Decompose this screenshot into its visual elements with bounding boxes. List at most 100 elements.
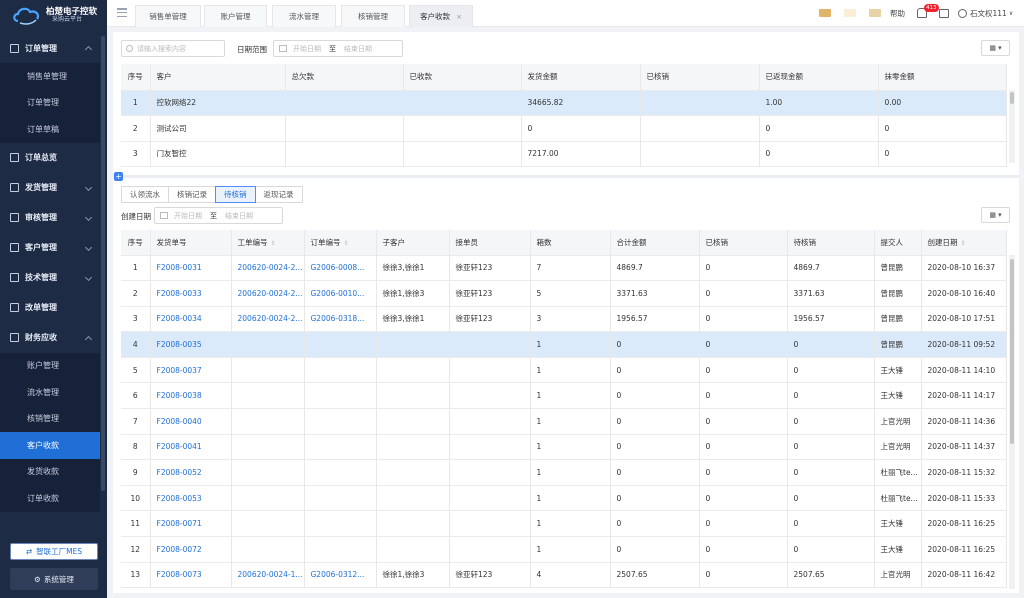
sidebar-subitem[interactable]: 订单收款 xyxy=(0,485,100,512)
table-row[interactable]: 11 F2008-0071 1 0 0 0 王大锤 2020-08-11 16:25 xyxy=(121,510,1007,538)
column-header[interactable]: 总欠款 xyxy=(285,64,404,91)
mes-button[interactable]: ⇄ 智联工厂MES xyxy=(10,543,98,560)
tab-writeoff[interactable]: 核销管理 xyxy=(341,5,405,27)
user-menu[interactable]: 石文权111 ∨ xyxy=(958,6,1013,20)
column-header[interactable]: 发货金额 xyxy=(521,64,641,91)
table-row[interactable]: 1 F2008-0031 200620-0024-2... G2006-0008...… xyxy=(121,255,1007,282)
table-row[interactable]: 9 F2008-0052 1 0 0 0 杜丽飞te... 2020-08-11 15:32 xyxy=(121,459,1007,486)
system-button[interactable]: ⚙ 系统管理 xyxy=(10,568,98,590)
sidebar-subitem[interactable]: 订单管理 xyxy=(0,89,100,116)
table-link-cell[interactable] xyxy=(231,382,305,410)
column-header[interactable]: 工单编号 ⇕ xyxy=(231,230,305,256)
column-header[interactable]: 抹零金额 xyxy=(878,64,1007,91)
column-header[interactable]: 已核销 xyxy=(699,230,788,256)
swatch-icon[interactable] xyxy=(844,9,856,17)
column-settings-button[interactable]: ▦ ▾ xyxy=(981,207,1010,223)
table-link-cell[interactable]: F2008-0040 xyxy=(150,408,232,435)
column-header[interactable]: 箱数 xyxy=(530,230,611,256)
table-link-cell[interactable]: G2006-0008... xyxy=(304,255,377,282)
table-row[interactable]: 3 门友智控 7217.00 0 0 xyxy=(121,141,1007,167)
column-header[interactable]: 提交人 xyxy=(874,230,922,256)
tab-sales[interactable]: 销售单管理 xyxy=(135,5,201,27)
table-link-cell[interactable] xyxy=(304,382,377,410)
table-row[interactable]: 5 F2008-0037 1 0 0 0 王大锤 2020-08-11 14:10 xyxy=(121,357,1007,384)
table-link-cell[interactable] xyxy=(304,510,377,538)
table-link-cell[interactable] xyxy=(304,536,377,563)
table-link-cell[interactable]: 200620-0024-1... xyxy=(231,562,305,589)
sidebar-item-section[interactable]: 订单管理 xyxy=(0,33,100,63)
swatch-icon[interactable] xyxy=(819,9,831,17)
column-header[interactable]: 合计金额 xyxy=(610,230,700,256)
table-link-cell[interactable] xyxy=(231,408,305,435)
sidebar-subitem[interactable]: 订单草稿 xyxy=(0,116,100,143)
table-link-cell[interactable]: F2008-0071 xyxy=(150,510,232,538)
column-header[interactable]: 已返现金额 xyxy=(759,64,879,91)
column-header[interactable]: 子客户 xyxy=(376,230,450,256)
column-header[interactable]: 已收款 xyxy=(403,64,522,91)
table-link-cell[interactable]: G2006-0312... xyxy=(304,562,377,589)
table-link-cell[interactable] xyxy=(304,434,377,461)
table-row[interactable]: 4 F2008-0035 1 0 0 0 曾昆鹏 2020-08-11 09:52 xyxy=(121,331,1007,358)
table-row[interactable]: 12 F2008-0072 1 0 0 0 王大锤 2020-08-11 16:25 xyxy=(121,536,1007,563)
sort-icon[interactable]: ⇕ xyxy=(961,240,966,247)
column-header[interactable]: 待核销 xyxy=(787,230,875,256)
column-header[interactable]: 接单员 xyxy=(449,230,531,256)
created-date-picker[interactable]: 开始日期 至 结束日期 xyxy=(154,207,283,224)
column-header[interactable]: 发货单号 xyxy=(150,230,232,256)
sidebar-subitem[interactable]: 销售单管理 xyxy=(0,63,100,90)
table-link-cell[interactable]: F2008-0037 xyxy=(150,357,232,384)
table-link-cell[interactable]: F2008-0053 xyxy=(150,485,232,512)
subtab[interactable]: 核销记录 xyxy=(168,186,216,203)
table-link-cell[interactable] xyxy=(231,536,305,563)
column-header[interactable]: 序号 xyxy=(121,64,151,91)
swatch-icon[interactable] xyxy=(869,9,881,17)
column-header[interactable]: 客户 xyxy=(150,64,286,91)
top-table-scrollbar[interactable] xyxy=(1009,90,1015,163)
sidebar-item-section[interactable]: 财务应收 xyxy=(0,323,100,353)
bottom-table-scrollbar[interactable] xyxy=(1009,255,1015,589)
table-link-cell[interactable]: 200620-0024-2... xyxy=(231,280,305,307)
table-link-cell[interactable]: F2008-0038 xyxy=(150,382,232,410)
table-row[interactable]: 8 F2008-0041 1 0 0 0 上官光明 2020-08-11 14:37 xyxy=(121,434,1007,461)
table-link-cell[interactable]: 200620-0024-2... xyxy=(231,306,305,333)
table-link-cell[interactable] xyxy=(231,331,305,358)
column-settings-button[interactable]: ▦ ▾ xyxy=(981,40,1010,56)
sidebar-item-section[interactable]: 订单总览 xyxy=(0,143,100,173)
table-row[interactable]: 1 控软网络22 34665.82 1.00 0.00 xyxy=(121,90,1007,116)
table-link-cell[interactable] xyxy=(231,434,305,461)
table-row[interactable]: 6 F2008-0038 1 0 0 0 王大锤 2020-08-11 14:17 xyxy=(121,382,1007,410)
table-row[interactable]: 13 F2008-0073 200620-0024-1... G2006-0312..… xyxy=(121,562,1007,589)
sidebar-subitem[interactable]: 核销管理 xyxy=(0,405,100,432)
table-link-cell[interactable]: F2008-0033 xyxy=(150,280,232,307)
table-link-cell[interactable]: F2008-0035 xyxy=(150,331,232,358)
table-link-cell[interactable] xyxy=(304,408,377,435)
table-link-cell[interactable]: G2006-0010... xyxy=(304,280,377,307)
sort-icon[interactable]: ⇕ xyxy=(344,240,349,247)
table-row[interactable]: 2 测试公司 0 0 0 xyxy=(121,115,1007,142)
sidebar-subitem[interactable]: 流水管理 xyxy=(0,379,100,406)
sidebar-item-section[interactable]: 技术管理 xyxy=(0,263,100,293)
search-input[interactable]: 请输入搜索内容 xyxy=(121,40,225,57)
subtab[interactable]: 认领流水 xyxy=(121,186,169,203)
subtab[interactable]: 待核销 xyxy=(215,186,256,203)
column-header[interactable]: 创建日期 ⇕ xyxy=(921,230,1007,256)
sidebar-subitem[interactable]: 发货收款 xyxy=(0,458,100,485)
table-link-cell[interactable]: F2008-0072 xyxy=(150,536,232,563)
sidebar-scrollbar[interactable] xyxy=(101,36,105,491)
sidebar-item-section[interactable]: 改单管理 xyxy=(0,293,100,323)
table-link-cell[interactable] xyxy=(231,485,305,512)
table-link-cell[interactable]: F2008-0031 xyxy=(150,255,232,282)
tab-customer-receipt[interactable]: 客户收款 × xyxy=(409,5,473,27)
sidebar-subitem[interactable]: 客户收款 xyxy=(0,432,100,459)
column-header[interactable]: 已核销 xyxy=(640,64,760,91)
sidebar-subitem[interactable]: 账户管理 xyxy=(0,352,100,379)
table-link-cell[interactable] xyxy=(304,485,377,512)
sort-icon[interactable]: ⇕ xyxy=(271,240,276,247)
splitter[interactable] xyxy=(113,175,1019,178)
help-link[interactable]: 帮助 xyxy=(890,6,905,20)
table-link-cell[interactable]: F2008-0034 xyxy=(150,306,232,333)
tab-accounts[interactable]: 账户管理 xyxy=(204,5,267,27)
table-link-cell[interactable]: F2008-0052 xyxy=(150,459,232,486)
sidebar-item-section[interactable]: 客户管理 xyxy=(0,233,100,263)
table-link-cell[interactable]: G2006-0318... xyxy=(304,306,377,333)
